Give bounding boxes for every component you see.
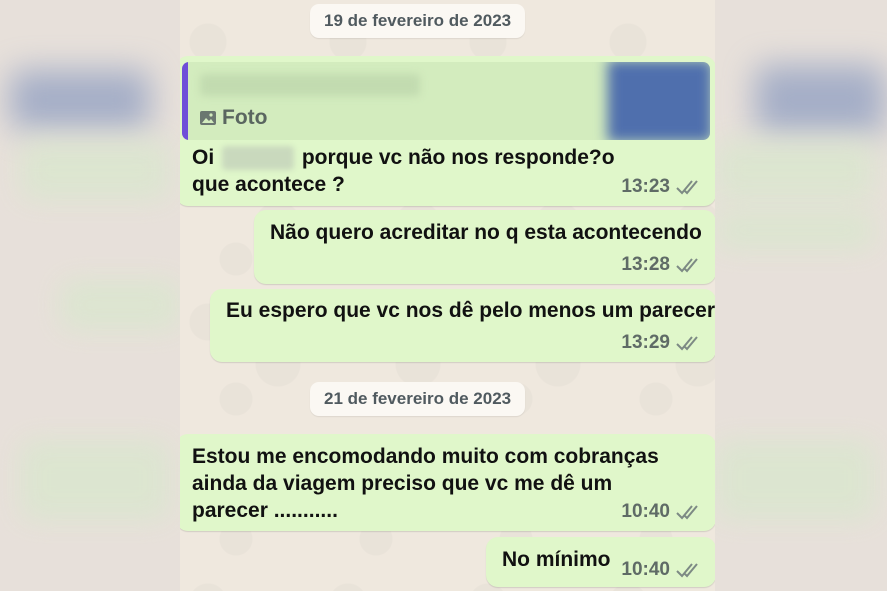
quote-accent-bar (182, 62, 188, 140)
message-text: Não quero acreditar no q esta acontecend… (270, 221, 702, 244)
chat-panel[interactable]: 19 de fevereiro de 2023 Foto Oi porque v… (180, 0, 715, 591)
message-bubble[interactable]: No mínimo 10:40 (486, 537, 715, 587)
redacted-name (222, 146, 295, 171)
message-bubble[interactable]: Estou me encomodando muito com cobranças… (180, 434, 715, 531)
message-text: No mínimo (502, 548, 611, 571)
message-bubble[interactable]: Foto Oi porque vc não nos responde?o que… (180, 56, 715, 206)
quoted-sender-redacted (200, 74, 420, 96)
blurred-right-region (715, 0, 887, 591)
double-check-icon (676, 257, 698, 272)
quoted-photo-thumbnail[interactable] (607, 62, 710, 140)
message-text: Eu espero que vc nos dê pelo menos um pa… (226, 299, 715, 322)
message-bubble[interactable]: Eu espero que vc nos dê pelo menos um pa… (210, 289, 715, 362)
double-check-icon (676, 562, 698, 577)
blurred-left-region (0, 0, 180, 591)
double-check-icon (676, 179, 698, 194)
double-check-icon (676, 335, 698, 350)
message-bubble[interactable]: Não quero acreditar no q esta acontecend… (254, 210, 715, 284)
message-time: 10:40 (621, 501, 670, 522)
date-divider: 19 de fevereiro de 2023 (310, 4, 526, 38)
message-time: 13:29 (621, 332, 670, 353)
message-time: 13:23 (621, 176, 670, 197)
message-text: Estou me encomodando muito com cobranças… (192, 445, 659, 522)
quoted-photo-text: Foto (222, 106, 268, 129)
message-time: 10:40 (621, 559, 670, 580)
message-meta: 13:23 (621, 173, 702, 200)
message-meta: 13:28 (621, 251, 702, 278)
message-meta: 13:29 (621, 329, 702, 356)
quoted-photo-label: Foto (200, 104, 267, 131)
message-meta: 10:40 (621, 498, 702, 525)
message-text: Oi porque vc não nos responde?o que acon… (192, 144, 632, 198)
photo-icon (200, 110, 216, 125)
message-meta: 10:40 (621, 556, 702, 583)
double-check-icon (676, 504, 698, 519)
quoted-message[interactable]: Foto (182, 62, 710, 140)
message-text-part: Oi (192, 146, 215, 169)
date-divider: 21 de fevereiro de 2023 (310, 382, 526, 416)
message-time: 13:28 (621, 254, 670, 275)
